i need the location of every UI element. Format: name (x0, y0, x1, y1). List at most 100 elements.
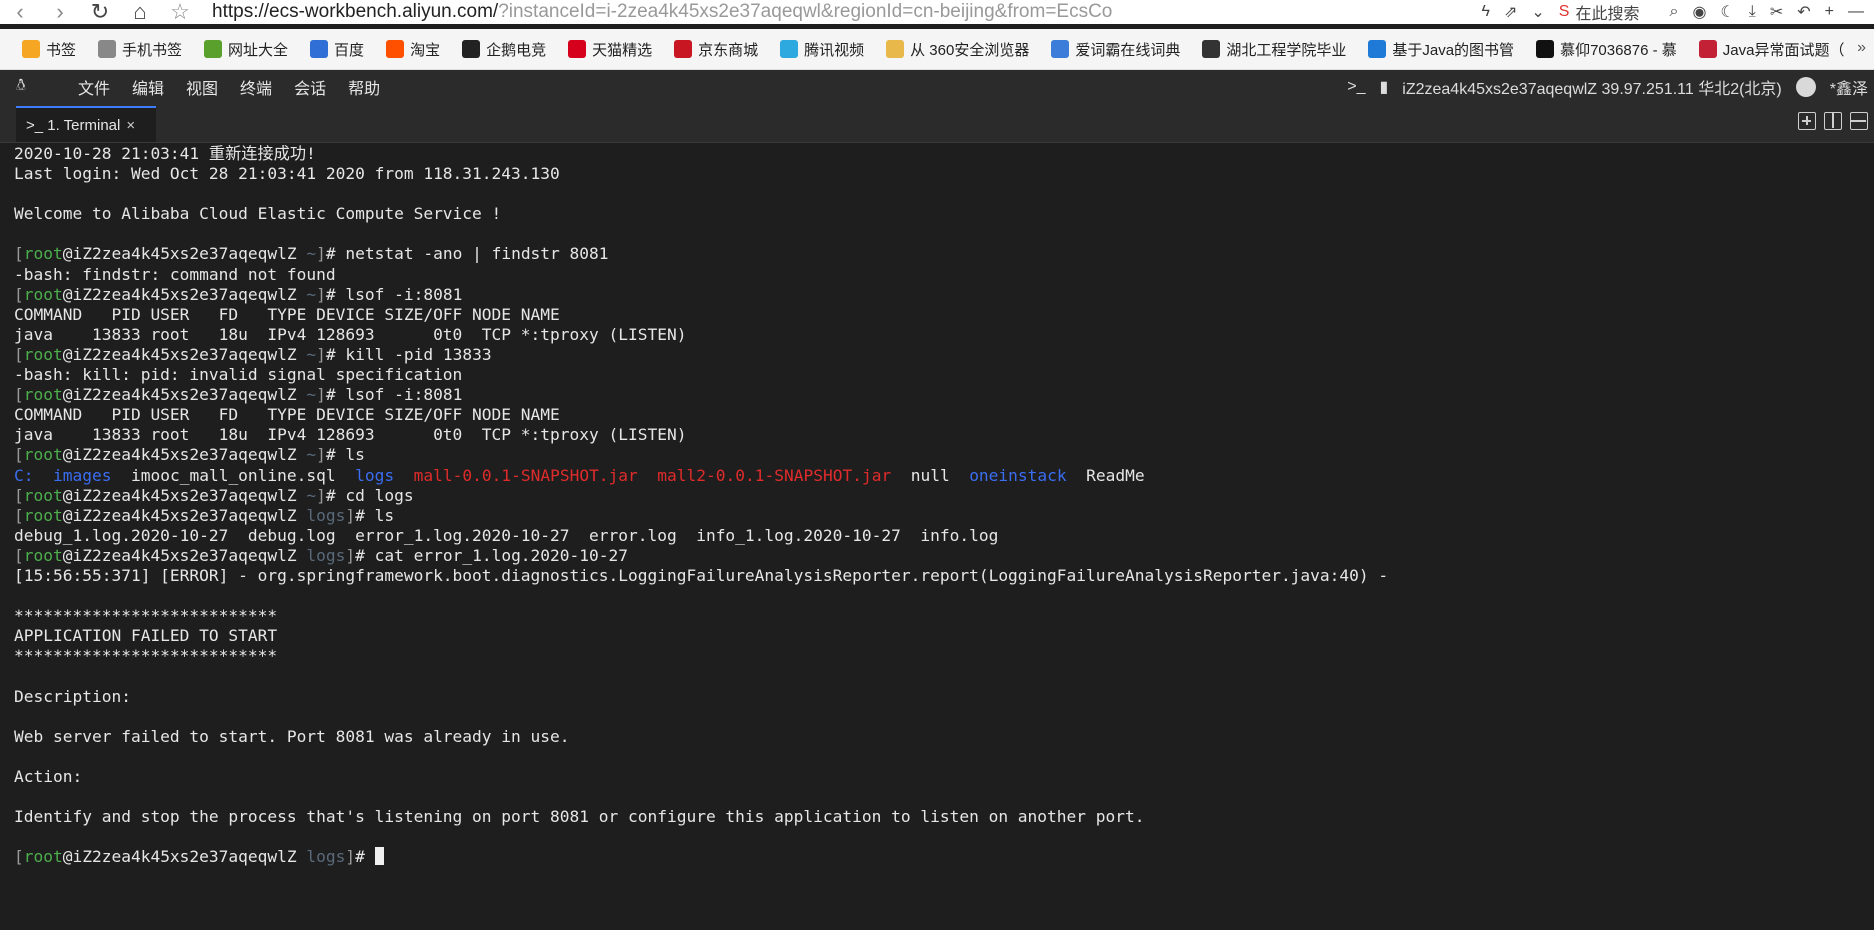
terminal-line: Welcome to Alibaba Cloud Elastic Compute… (14, 204, 1874, 224)
command-text: lsof -i:8081 (345, 284, 463, 304)
bookmark-item[interactable]: 淘宝 (386, 39, 440, 60)
prompt-user: root (23, 545, 63, 565)
undo-icon[interactable]: ↶ (1797, 2, 1810, 22)
bookmark-label: 爱词霸在线词典 (1075, 41, 1181, 59)
bookmark-item[interactable]: 慕仰7036876 - 慕 (1536, 39, 1677, 60)
menu-file[interactable]: 文件 (78, 75, 110, 99)
add-tab-icon[interactable] (1798, 112, 1816, 130)
menu-edit[interactable]: 编辑 (132, 75, 164, 99)
prompt-host: @iZ2zea4k45xs2e37aqeqwlZ (62, 385, 297, 405)
game-icon[interactable]: ◉ (1692, 2, 1706, 22)
prompt-line: [root@iZ2zea4k45xs2e37aqeqwlZ ~]# ls (14, 445, 1874, 465)
search-icon[interactable]: ⌕ (1669, 3, 1678, 21)
prompt-host: @iZ2zea4k45xs2e37aqeqwlZ (62, 505, 297, 525)
menu-view[interactable]: 视图 (186, 75, 218, 99)
output-text: Description: (14, 686, 131, 706)
command-text: ls (345, 445, 365, 465)
tab-terminal-1[interactable]: >_ 1. Terminal × (16, 106, 156, 142)
output-text: [15:56:55:371] [ERROR] - org.springframe… (14, 565, 1389, 585)
prompt-host: @iZ2zea4k45xs2e37aqeqwlZ (62, 485, 297, 505)
bookmark-item[interactable]: 京东商城 (674, 39, 758, 60)
chevron-down-icon[interactable]: ⌄ (1531, 2, 1544, 22)
bookmark-item[interactable]: 从 360安全浏览器 (886, 39, 1029, 60)
bookmark-item[interactable]: 湖北工程学院毕业 (1202, 39, 1346, 60)
back-icon[interactable]: ‹ (0, 0, 40, 24)
prompt-dir: ~ (306, 445, 317, 465)
prompt-bracket: ] (345, 545, 356, 565)
menu-help[interactable]: 帮助 (348, 75, 380, 99)
terminal-line: Identify and stop the process that's lis… (14, 807, 1874, 827)
bookmark-item[interactable]: 百度 (310, 39, 364, 60)
prompt-dir: logs (306, 545, 346, 565)
terminal-line: Web server failed to start. Port 8081 wa… (14, 727, 1874, 747)
new-tab-icon[interactable]: + (1825, 3, 1834, 21)
close-icon[interactable]: × (126, 117, 135, 134)
prompt-bracket: [ (14, 385, 24, 405)
output-text: Last login: Wed Oct 28 21:03:41 2020 fro… (14, 164, 560, 184)
prompt-bracket: ] (345, 847, 356, 867)
menu-session[interactable]: 会话 (294, 75, 326, 99)
bookmark-label: 基于Java的图书管 (1392, 41, 1515, 59)
taobao-icon (386, 40, 405, 58)
folder-icon[interactable]: ▮ (1379, 77, 1388, 97)
bookmark-item[interactable]: 书签 (22, 39, 76, 60)
bookmark-item[interactable]: 企鹅电竞 (462, 39, 546, 60)
bookmarks-more-icon[interactable]: » (1857, 39, 1866, 57)
lightning-icon[interactable]: ϟ (1482, 3, 1490, 21)
terminal-line: COMMAND PID USER FD TYPE DEVICE SIZE/OFF… (14, 305, 1874, 325)
night-mode-icon[interactable]: ☾ (1720, 2, 1734, 22)
prompt-line: [root@iZ2zea4k45xs2e37aqeqwlZ logs]# cat… (14, 546, 1874, 566)
minimize-icon[interactable]: — (1848, 3, 1864, 21)
scissors-icon[interactable]: ✂ (1770, 2, 1783, 22)
prompt-line: [root@iZ2zea4k45xs2e37aqeqwlZ ~]# cd log… (14, 486, 1874, 506)
bookmark-item[interactable]: 基于Java的图书管 (1368, 39, 1514, 60)
bookmark-item[interactable]: 天猫精选 (568, 39, 652, 60)
browser-search[interactable]: S 在此搜索 (1559, 0, 1640, 24)
graduation-icon (1202, 40, 1221, 58)
user-name[interactable]: *鑫泽 (1830, 75, 1868, 99)
download-icon[interactable]: ⤓ (1749, 3, 1756, 21)
split-horizontal-icon[interactable] (1850, 112, 1868, 130)
reload-icon[interactable]: ↻ (80, 0, 120, 24)
bookmark-item[interactable]: 爱词霸在线词典 (1051, 39, 1180, 60)
prompt-dir: ~ (306, 284, 317, 304)
bookmark-item[interactable]: 腾讯视频 (780, 39, 864, 60)
prompt-dir: ~ (306, 385, 317, 405)
ls-entry: null (910, 465, 950, 485)
tmall-icon (568, 40, 587, 58)
menu-terminal[interactable]: 终端 (240, 75, 272, 99)
bookmark-label: 京东商城 (698, 41, 759, 59)
terminal-line: 2020-10-28 21:03:41 重新连接成功! (14, 144, 1874, 164)
output-text: Welcome to Alibaba Cloud Elastic Compute… (14, 204, 502, 224)
command-text: kill -pid 13833 (345, 344, 492, 364)
bookmark-item[interactable]: 手机书签 (98, 39, 182, 60)
prompt-dir-space (297, 445, 307, 464)
url-field[interactable]: https://ecs-workbench.aliyun.com/?instan… (212, 1, 1112, 23)
prompt-dir-space (297, 385, 307, 404)
bookmark-item[interactable]: 网址大全 (204, 39, 288, 60)
bookmark-item[interactable]: Java异常面试题（ (1698, 39, 1844, 60)
baidu-icon (310, 40, 329, 58)
prompt-host: @iZ2zea4k45xs2e37aqeqwlZ (62, 445, 297, 465)
url-main: https://ecs-workbench.aliyun.com/ (212, 1, 499, 22)
split-vertical-icon[interactable] (1824, 112, 1842, 130)
share-icon[interactable]: ⇗ (1504, 2, 1517, 22)
prompt-bracket: [ (14, 284, 24, 304)
command-text: cat error_1.log.2020-10-27 (374, 545, 629, 565)
terminal-line: *************************** (14, 646, 1874, 666)
prompt-user: root (23, 445, 63, 465)
avatar[interactable] (1795, 77, 1816, 97)
output-text: debug_1.log.2020-10-27 debug.log error_1… (14, 525, 999, 545)
home-icon[interactable]: ⌂ (120, 0, 160, 24)
output-text: -bash: findstr: command not found (14, 264, 336, 284)
prompt-hash: # (325, 344, 346, 364)
output-text: COMMAND PID USER FD TYPE DEVICE SIZE/OFF… (14, 304, 560, 324)
bookmarks-bar: 书签 手机书签 网址大全 百度 淘宝 企鹅电竞 天猫精选 京东商城 腾讯视频 从 360安全浏览器… (0, 29, 1874, 70)
forward-icon[interactable]: › (40, 0, 80, 24)
terminal-icon[interactable]: >_ (1347, 78, 1365, 96)
favorite-star-icon[interactable]: ☆ (160, 0, 200, 24)
terminal-output[interactable]: 2020-10-28 21:03:41 重新连接成功! Last login: W… (8, 144, 1874, 930)
